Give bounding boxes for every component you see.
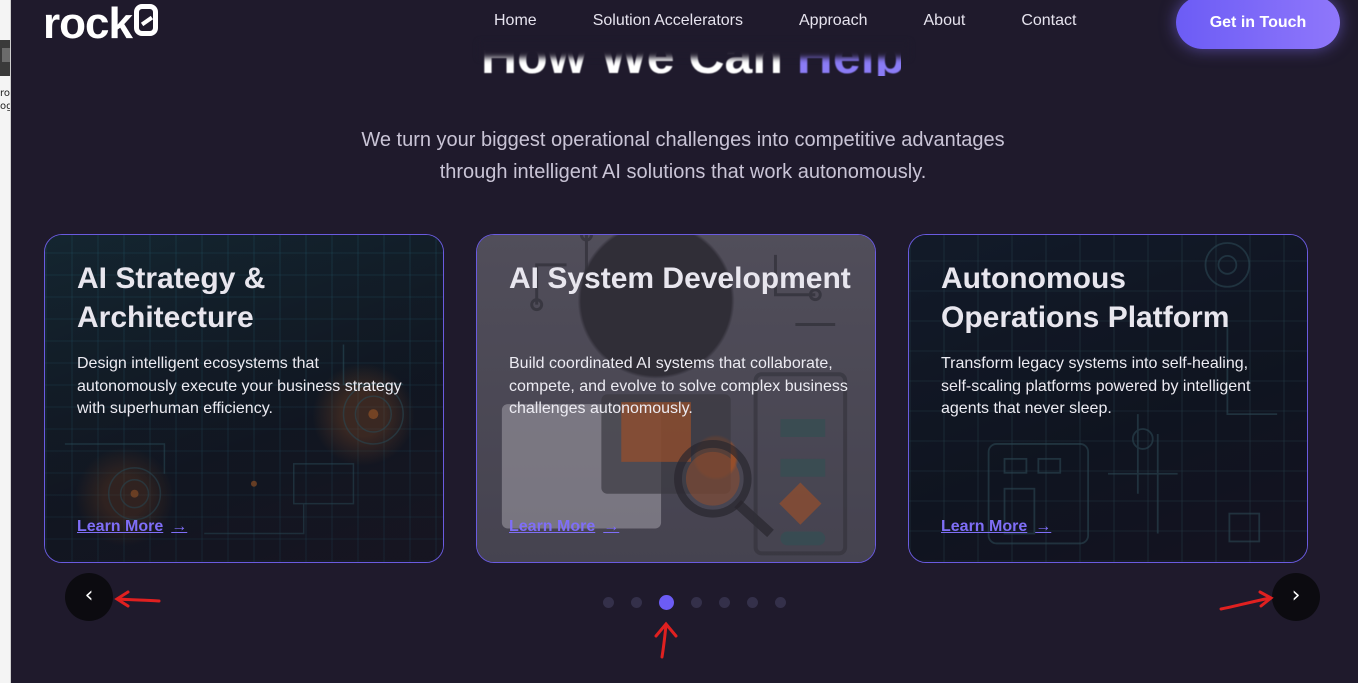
annotation-arrow-next [1219,590,1274,611]
learn-more-link[interactable]: Learn More → [77,518,187,536]
carousel-next-button[interactable]: › [1272,573,1320,621]
edge-text-2: og [0,101,10,112]
page: rock Home Solution Accelerators Approach… [11,0,1358,683]
arrow-right-icon: → [603,518,620,535]
card-ai-system-development[interactable]: AI System Development Build coordinated … [476,234,876,563]
card-description: Transform legacy systems into self-heali… [941,355,1251,417]
annotation-arrow-prev [114,590,161,608]
arrow-right-icon: → [171,518,188,535]
card-title: AI Strategy & Architecture [77,262,266,334]
learn-more-label: Learn More [941,518,1028,535]
nav-solution-accelerators[interactable]: Solution Accelerators [593,12,743,30]
card-description: Design intelligent ecosystems that auton… [77,355,402,417]
carousel-dot-7[interactable] [775,597,786,608]
carousel-dot-5[interactable] [719,597,730,608]
subtitle-line-2: through intelligent AI solutions that wo… [439,161,927,183]
card-description: Build coordinated AI systems that collab… [509,355,848,417]
subtitle-line-1: We turn your biggest operational challen… [361,129,1005,151]
window-thumbnail [0,40,10,76]
carousel-dot-3[interactable] [659,595,674,610]
nav-contact[interactable]: Contact [1021,12,1076,30]
learn-more-link[interactable]: Learn More → [509,518,619,536]
card-title: Autonomous Operations Platform [941,262,1230,334]
annotation-arrow-dots [654,621,678,659]
background-window-edge: ro og [0,0,11,683]
logo-text: rock [43,0,133,48]
learn-more-label: Learn More [509,518,596,535]
logo[interactable]: rock [43,2,158,46]
arrow-right-icon: → [1035,518,1052,535]
carousel-dot-4[interactable] [691,597,702,608]
nav-home[interactable]: Home [494,12,537,30]
carousel-pagination [603,595,803,610]
nav-about[interactable]: About [924,12,966,30]
carousel-dot-1[interactable] [603,597,614,608]
carousel-dot-6[interactable] [747,597,758,608]
section-subtitle: We turn your biggest operational challen… [331,124,1035,188]
card-ai-strategy[interactable]: AI Strategy & Architecture Design intell… [44,234,444,563]
edge-text-1: ro [0,88,11,99]
carousel-dot-2[interactable] [631,597,642,608]
nav-approach[interactable]: Approach [799,12,868,30]
card-autonomous-operations[interactable]: Autonomous Operations Platform Transform… [908,234,1308,563]
main-nav: Home Solution Accelerators Approach Abou… [494,12,1132,30]
chevron-right-icon: › [1291,583,1301,608]
logo-eight-icon [133,4,158,36]
card-title: AI System Development [509,262,851,295]
learn-more-label: Learn More [77,518,164,535]
get-in-touch-button[interactable]: Get in Touch [1176,0,1340,49]
carousel-prev-button[interactable]: ‹ [65,573,113,621]
learn-more-link[interactable]: Learn More → [941,518,1051,536]
heading-fade [479,42,909,58]
chevron-left-icon: ‹ [84,583,94,608]
